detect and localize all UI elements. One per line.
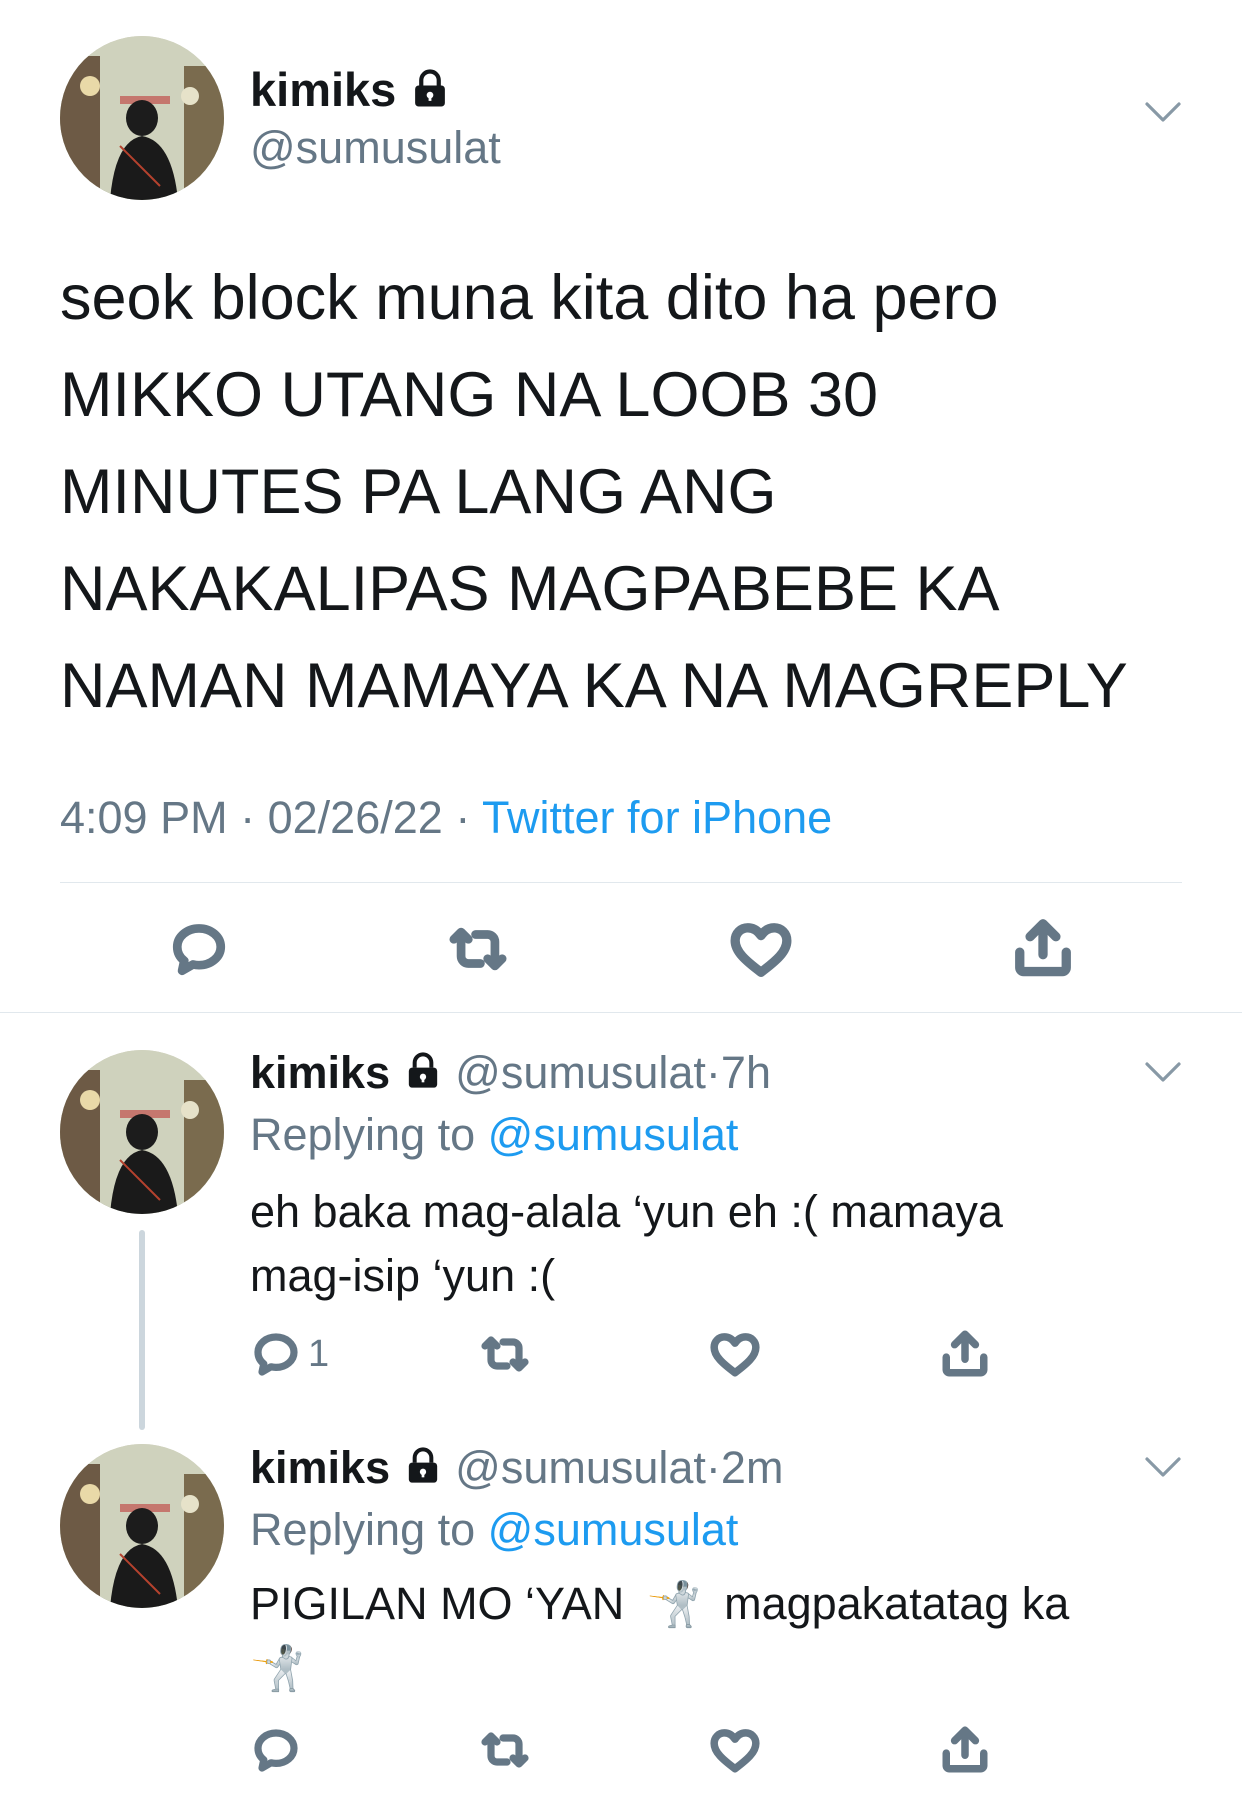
- tweet-text-line: NAMAN MAMAYA KA NA MAGREPLY: [60, 651, 1128, 721]
- share-icon[interactable]: [1012, 916, 1074, 978]
- handle[interactable]: @sumusulat: [455, 1047, 706, 1098]
- tweet-source-link[interactable]: Twitter for iPhone: [482, 792, 832, 843]
- tweet-text-line: NAKAKALIPAS MAGPABEBE KA: [60, 554, 1000, 624]
- reply-count: 1: [308, 1332, 330, 1375]
- fencer-emoji: 🤺: [250, 1644, 305, 1693]
- reply-text: PIGILAN MO ‘YAN 🤺 magpakatatag ka 🤺: [250, 1572, 1210, 1701]
- dot-separator: ·: [705, 1047, 721, 1098]
- reply-icon[interactable]: [170, 920, 228, 978]
- handle[interactable]: @sumusulat: [250, 120, 501, 176]
- replying-to-handle[interactable]: @sumusulat: [488, 1504, 739, 1555]
- reply-text-line: mag-isip ‘yun :(: [250, 1250, 556, 1301]
- chevron-down-icon[interactable]: [1144, 1060, 1182, 1084]
- like-icon[interactable]: [730, 920, 792, 978]
- replying-to-label: Replying to: [250, 1504, 476, 1555]
- lock-icon: [403, 1443, 443, 1499]
- avatar[interactable]: [60, 36, 224, 200]
- tweet-text-line: MINUTES PA LANG ANG: [60, 457, 777, 527]
- divider: [60, 882, 1182, 883]
- reply-text-part: magpakatatag ka: [724, 1578, 1070, 1629]
- reply-header: kimiks @sumusulat·7h: [250, 1045, 771, 1104]
- display-name-text: kimiks: [250, 63, 397, 116]
- share-icon[interactable]: [940, 1328, 990, 1378]
- meta-separator: ·: [240, 792, 256, 843]
- lock-icon: [409, 64, 451, 124]
- timestamp[interactable]: 7h: [721, 1047, 771, 1098]
- share-icon[interactable]: [940, 1724, 990, 1774]
- replying-to-handle[interactable]: @sumusulat: [488, 1109, 739, 1160]
- thread-line: [139, 1230, 145, 1430]
- reply-icon: [252, 1330, 300, 1378]
- chevron-down-icon[interactable]: [1144, 100, 1182, 124]
- reply-text: eh baka mag-alala ‘yun eh :( mamaya mag-…: [250, 1180, 1003, 1308]
- like-icon[interactable]: [710, 1330, 760, 1378]
- chevron-down-icon[interactable]: [1144, 1455, 1182, 1479]
- tweet-time: 4:09 PM: [60, 792, 228, 843]
- timestamp[interactable]: 2m: [721, 1442, 784, 1493]
- avatar[interactable]: [60, 1050, 224, 1214]
- replying-to: Replying to @sumusulat: [250, 1502, 738, 1558]
- tweet-text: seok block muna kita dito ha pero MIKKO …: [60, 250, 1200, 735]
- tweet-text-line: MIKKO UTANG NA LOOB 30: [60, 360, 879, 430]
- avatar[interactable]: [60, 1444, 224, 1608]
- fencer-emoji: 🤺: [646, 1580, 702, 1629]
- display-name[interactable]: kimiks: [250, 1047, 390, 1098]
- reply-icon[interactable]: [252, 1726, 300, 1774]
- retweet-icon[interactable]: [478, 1330, 532, 1378]
- display-name[interactable]: kimiks: [250, 60, 451, 124]
- display-name[interactable]: kimiks: [250, 1442, 390, 1493]
- tweet-text-line: seok block muna kita dito ha pero: [60, 263, 999, 333]
- retweet-icon[interactable]: [446, 920, 510, 978]
- replying-to: Replying to @sumusulat: [250, 1107, 738, 1163]
- tweet-meta: 4:09 PM · 02/26/22 · Twitter for iPhone: [60, 790, 832, 846]
- like-icon[interactable]: [710, 1726, 760, 1774]
- reply-text-line: eh baka mag-alala ‘yun eh :( mamaya: [250, 1186, 1003, 1237]
- meta-separator: ·: [455, 792, 471, 843]
- replying-to-label: Replying to: [250, 1109, 476, 1160]
- reply-header: kimiks @sumusulat·2m: [250, 1440, 783, 1499]
- retweet-icon[interactable]: [478, 1726, 532, 1774]
- reply-text-part: PIGILAN MO ‘YAN: [250, 1578, 625, 1629]
- section-divider: [0, 1012, 1242, 1013]
- handle[interactable]: @sumusulat: [455, 1442, 706, 1493]
- reply-button[interactable]: 1: [252, 1330, 329, 1378]
- tweet-date: 02/26/22: [267, 792, 443, 843]
- lock-icon: [403, 1048, 443, 1104]
- dot-separator: ·: [705, 1442, 721, 1493]
